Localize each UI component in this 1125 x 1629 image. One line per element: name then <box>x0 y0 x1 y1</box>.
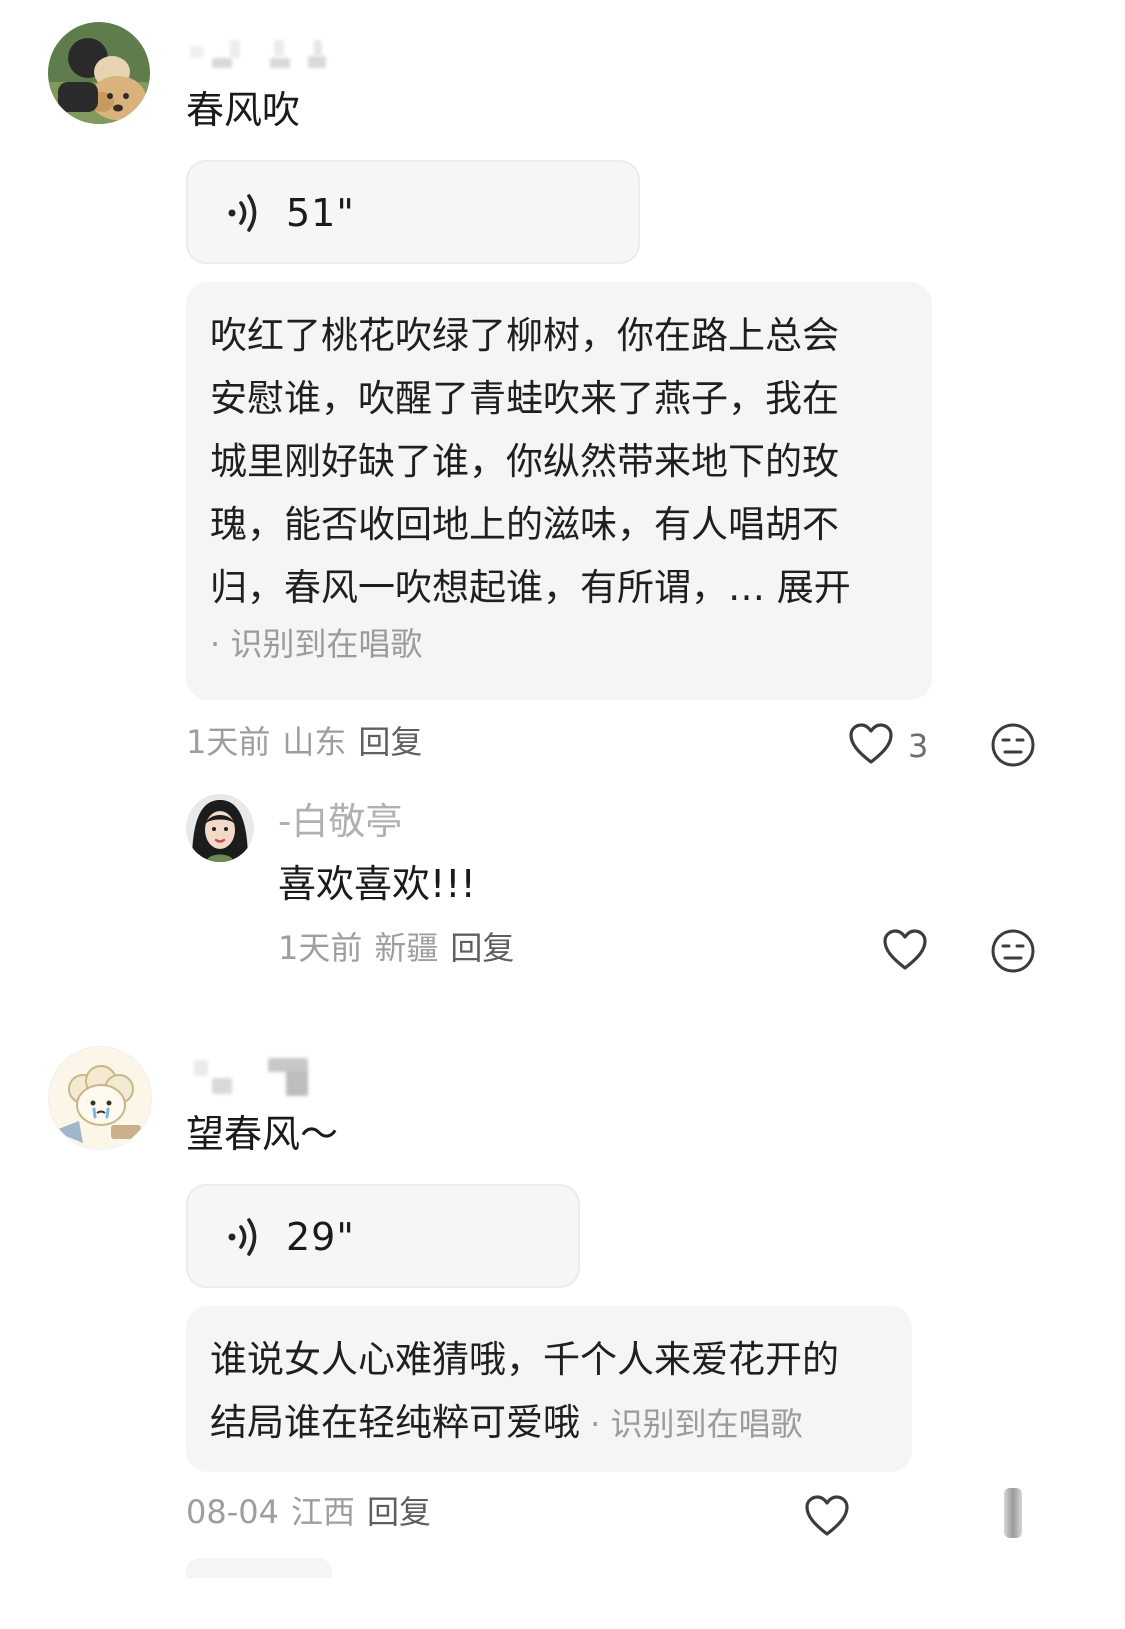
user-avatar[interactable] <box>48 1046 152 1150</box>
voice-duration: 51" <box>286 191 355 235</box>
reply-button[interactable]: 回复 <box>358 723 422 761</box>
username-blurred <box>190 38 330 68</box>
next-card-edge <box>186 1558 332 1578</box>
lyrics-card: 谁说女人心难猜哦，千个人来爱花开的 结局谁在轻纯粹可爱哦 · 识别到在唱歌 <box>186 1306 912 1472</box>
comment-text: 春风吹 <box>186 88 301 132</box>
comment-text: 望春风～ <box>186 1112 339 1156</box>
lyrics-line-last: 结局谁在轻纯粹可爱哦 · 识别到在唱歌 <box>210 1391 839 1456</box>
voice-message-button[interactable]: 51" <box>186 160 640 264</box>
lyrics-line: 结局谁在轻纯粹可爱哦 <box>210 1401 580 1444</box>
reply-username[interactable]: -白敬亭 <box>278 800 402 844</box>
reply-button[interactable]: 回复 <box>367 1493 431 1531</box>
comment-location: 江西 <box>290 1493 355 1531</box>
lyrics-line: 吹红了桃花吹绿了柳树，你在路上总会 <box>210 314 839 357</box>
lyrics-line: 瑰，能否收回地上的滋味，有人唱胡不 <box>210 503 839 546</box>
lyrics-card: 吹红了桃花吹绿了柳树，你在路上总会 安慰谁，吹醒了青蛙吹来了燕子，我在 城里刚好… <box>186 282 932 700</box>
reply-user-avatar[interactable] <box>186 794 254 862</box>
username-blurred <box>190 1056 320 1098</box>
lyrics-line: 谁说女人心难猜哦，千个人来爱花开的 <box>210 1338 839 1381</box>
comment-meta: 08-04 江西 回复 <box>186 1492 431 1532</box>
reply-text: 喜欢喜欢!!! <box>278 862 476 906</box>
lyrics-line-last: 归，春风一吹想起谁，有所谓，… 展开 <box>210 556 851 619</box>
lyrics-text: 谁说女人心难猜哦，千个人来爱花开的 结局谁在轻纯粹可爱哦 · 识别到在唱歌 <box>210 1328 839 1456</box>
lyrics-line: 城里刚好缺了谁，你纵然带来地下的玫 <box>210 440 839 483</box>
voice-duration: 29" <box>286 1215 355 1259</box>
sound-wave-icon <box>228 194 257 232</box>
reply-meta: 1天前 新疆 回复 <box>278 928 514 968</box>
heart-outline-icon <box>883 929 927 970</box>
reply-button[interactable]: 回复 <box>450 929 514 967</box>
lyrics-line: 安慰谁，吹醒了青蛙吹来了燕子，我在 <box>210 377 839 420</box>
scrollbar-thumb[interactable] <box>1004 1488 1022 1538</box>
like-button[interactable] <box>848 722 894 766</box>
user-avatar[interactable] <box>48 22 150 124</box>
avatar-sheep-icon <box>49 1047 151 1149</box>
dislike-button[interactable] <box>990 722 1036 768</box>
like-button[interactable] <box>804 1494 850 1538</box>
like-count: 3 <box>908 727 929 765</box>
reply-location: 新疆 <box>374 929 439 967</box>
singing-recognized-label: · 识别到在唱歌 <box>210 625 423 663</box>
heart-outline-icon <box>849 723 893 764</box>
comment-location: 山东 <box>282 723 347 761</box>
lyrics-line: 归，春风一吹想起谁，有所谓，… <box>210 566 777 609</box>
expand-link[interactable]: 展开 <box>777 566 851 609</box>
singing-recognized-label: · 识别到在唱歌 <box>580 1405 803 1443</box>
sound-wave-icon <box>228 1218 257 1256</box>
comment-meta: 1天前 山东 回复 <box>186 722 422 762</box>
comment-time: 08-04 <box>186 1493 279 1531</box>
reply-time: 1天前 <box>278 929 363 967</box>
comment-time: 1天前 <box>186 723 271 761</box>
meh-face-icon <box>991 929 1035 973</box>
avatar-illustration-icon <box>186 794 254 862</box>
meh-face-icon <box>991 723 1035 767</box>
like-button[interactable] <box>882 928 928 972</box>
avatar-photo-icon <box>48 22 150 124</box>
heart-outline-icon <box>805 1495 849 1536</box>
lyrics-text: 吹红了桃花吹绿了柳树，你在路上总会 安慰谁，吹醒了青蛙吹来了燕子，我在 城里刚好… <box>210 304 851 669</box>
dislike-button[interactable] <box>990 928 1036 974</box>
voice-message-button[interactable]: 29" <box>186 1184 580 1288</box>
